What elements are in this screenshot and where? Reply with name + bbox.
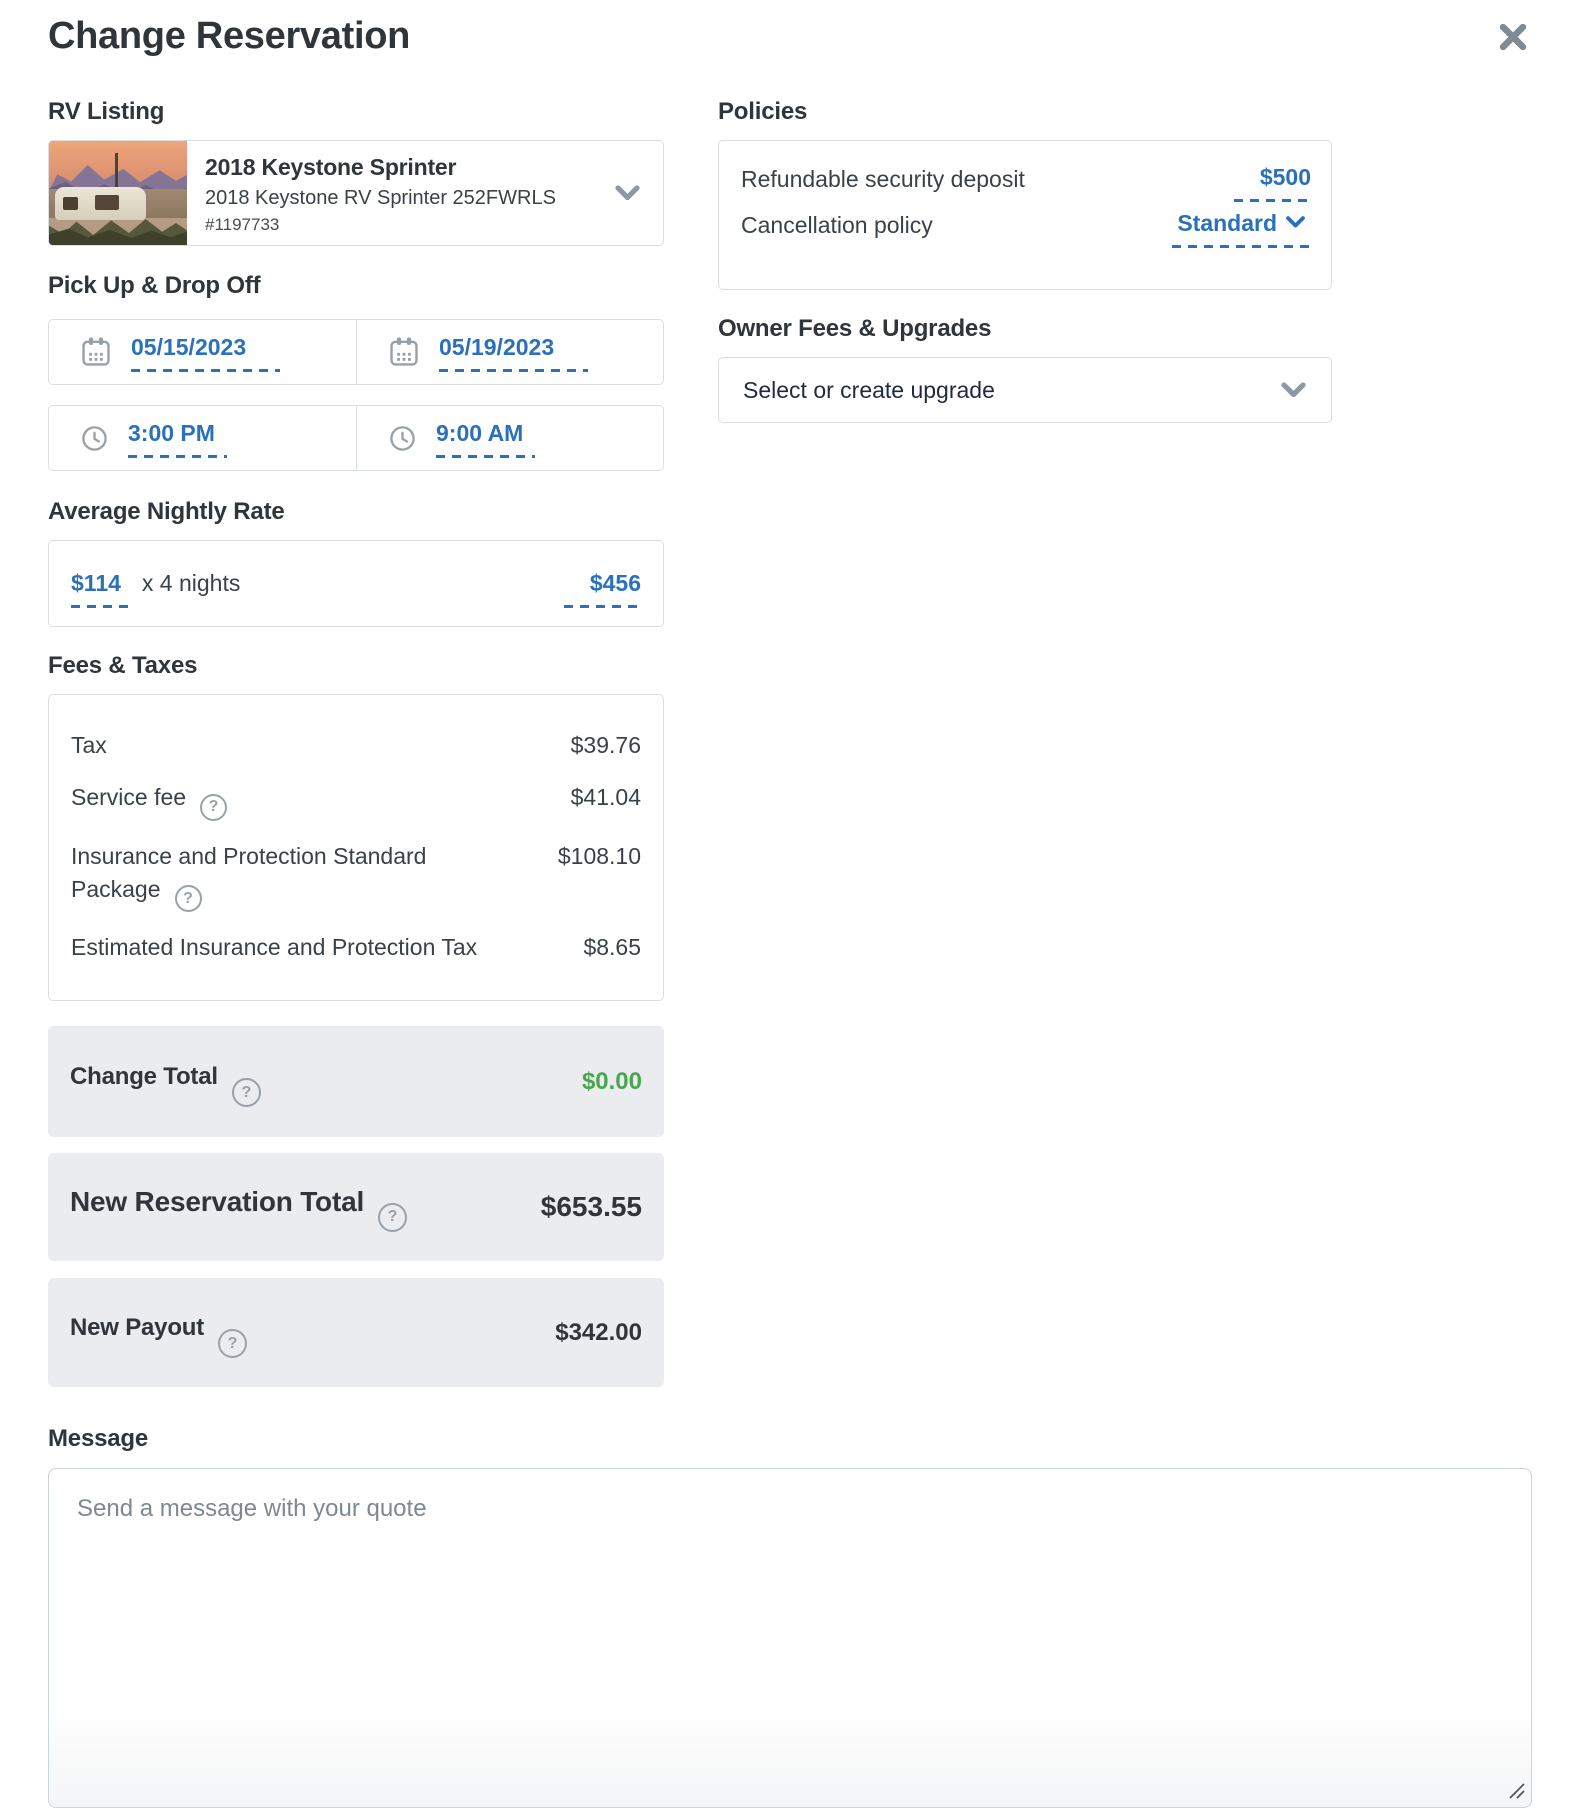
nightly-rate-value[interactable]: $114 <box>71 569 133 608</box>
policies-section-title: Policies <box>718 98 808 125</box>
change-total-label: Change Total <box>70 1062 218 1090</box>
policies-box: Refundable security deposit $500 Cancell… <box>718 140 1332 290</box>
dropoff-time-field[interactable]: 9:00 AM <box>356 406 663 470</box>
message-input[interactable] <box>48 1468 1532 1808</box>
modal-body: RV Listing 2018 Keystone Sprinter 2018 K… <box>48 98 1536 1387</box>
help-icon[interactable]: ? <box>378 1202 408 1232</box>
fees-taxes-section-title: Fees & Taxes <box>48 652 198 679</box>
rv-info: 2018 Keystone Sprinter 2018 Keystone RV … <box>187 141 556 245</box>
cancellation-policy-select[interactable]: Standard <box>1172 209 1311 248</box>
close-button[interactable] <box>1496 20 1530 54</box>
fee-row-insurance-tax: Estimated Insurance and Protection Tax $… <box>71 931 641 964</box>
pickup-dropoff-section-title: Pick Up & Drop Off <box>48 272 261 299</box>
pickup-date-field[interactable]: 05/15/2023 <box>49 320 356 384</box>
new-reservation-total-label: New Reservation Total <box>70 1186 365 1218</box>
help-icon[interactable]: ? <box>200 793 228 821</box>
change-total-box: Change Total? $0.00 <box>48 1026 664 1137</box>
cancellation-policy-label: Cancellation policy <box>741 212 933 238</box>
clock-icon <box>390 425 415 451</box>
dropoff-date-value[interactable]: 05/19/2023 <box>439 332 589 372</box>
calendar-icon <box>82 337 110 366</box>
new-payout-label-group: New Payout? <box>70 1313 248 1359</box>
help-icon[interactable]: ? <box>174 885 202 912</box>
rv-name: 2018 Keystone Sprinter <box>205 154 457 180</box>
fee-label: Service fee <box>71 784 187 810</box>
fee-row-service-fee: Service fee? $41.04 <box>71 781 641 821</box>
fees-taxes-box: Tax $39.76 Service fee? $41.04 Insurance… <box>48 694 664 1001</box>
nightly-rate-box: $114 x 4 nights $456 <box>48 540 664 627</box>
upgrade-select[interactable]: Select or create upgrade <box>718 357 1332 423</box>
new-payout-value: $342.00 <box>555 1318 642 1346</box>
rate-multiplier: x 4 nights <box>141 570 241 596</box>
date-range-box: 05/15/2023 05/19/2023 <box>48 319 664 385</box>
rv-listing-section-title: RV Listing <box>48 98 165 125</box>
pickup-date-value[interactable]: 05/15/2023 <box>131 332 281 372</box>
change-total-label-group: Change Total? <box>70 1062 261 1108</box>
upgrade-select-value: Select or create upgrade <box>743 376 995 403</box>
help-icon[interactable]: ? <box>231 1078 261 1108</box>
change-total-value: $0.00 <box>581 1067 642 1095</box>
close-icon <box>1499 23 1527 51</box>
rv-description: 2018 Keystone RV Sprinter 252FWRLS <box>205 187 556 209</box>
message-section-title: Message <box>48 1425 148 1452</box>
cancellation-policy-value: Standard <box>1177 210 1277 236</box>
fee-label: Insurance and Protection Standard Packag… <box>71 842 427 902</box>
clock-icon <box>82 425 107 451</box>
calendar-icon <box>390 337 418 366</box>
cancellation-policy-row: Cancellation policy Standard <box>741 209 1311 248</box>
page-title: Change Reservation <box>48 15 411 57</box>
pickup-time-value[interactable]: 3:00 PM <box>128 418 227 458</box>
security-deposit-label: Refundable security deposit <box>741 166 1025 192</box>
left-column: RV Listing 2018 Keystone Sprinter 2018 K… <box>48 98 664 1387</box>
pickup-time-field[interactable]: 3:00 PM <box>49 406 356 470</box>
time-range-box: 3:00 PM 9:00 AM <box>48 405 664 471</box>
help-icon[interactable]: ? <box>218 1329 248 1359</box>
chevron-down-icon <box>615 185 640 201</box>
chevron-down-icon <box>1286 216 1305 228</box>
fee-row-tax: Tax $39.76 <box>71 729 641 762</box>
fee-value: $41.04 <box>570 784 641 810</box>
fee-label: Estimated Insurance and Protection Tax <box>71 934 478 960</box>
new-payout-box: New Payout? $342.00 <box>48 1278 664 1387</box>
resize-handle-icon[interactable] <box>1505 1779 1525 1799</box>
new-payout-label: New Payout <box>70 1313 205 1341</box>
nightly-rate-section-title: Average Nightly Rate <box>48 498 285 525</box>
rv-listing-select[interactable]: 2018 Keystone Sprinter 2018 Keystone RV … <box>48 140 664 246</box>
rate-total-value[interactable]: $456 <box>563 569 641 608</box>
security-deposit-value[interactable]: $500 <box>1233 163 1311 202</box>
owner-fees-section-title: Owner Fees & Upgrades <box>718 315 992 342</box>
rv-photo <box>49 141 187 245</box>
message-section: Message <box>48 1425 1536 1808</box>
dropoff-time-value[interactable]: 9:00 AM <box>436 418 536 458</box>
new-reservation-total-label-group: New Reservation Total? <box>70 1186 408 1232</box>
rate-expression: $114 x 4 nights <box>71 569 240 608</box>
fee-value: $108.10 <box>557 842 641 869</box>
chevron-down-icon <box>1281 382 1306 398</box>
new-reservation-total-value: $653.55 <box>540 1191 642 1222</box>
right-column: Policies Refundable security deposit $50… <box>718 98 1332 423</box>
security-deposit-row: Refundable security deposit $500 <box>741 163 1311 202</box>
fee-row-insurance: Insurance and Protection Standard Packag… <box>71 840 641 912</box>
fee-label: Tax <box>71 732 107 758</box>
fee-value: $8.65 <box>583 934 641 960</box>
rv-listing-id: #1197733 <box>205 215 280 234</box>
dropoff-date-field[interactable]: 05/19/2023 <box>356 320 663 384</box>
new-reservation-total-box: New Reservation Total? $653.55 <box>48 1153 664 1261</box>
fee-value: $39.76 <box>570 732 641 758</box>
